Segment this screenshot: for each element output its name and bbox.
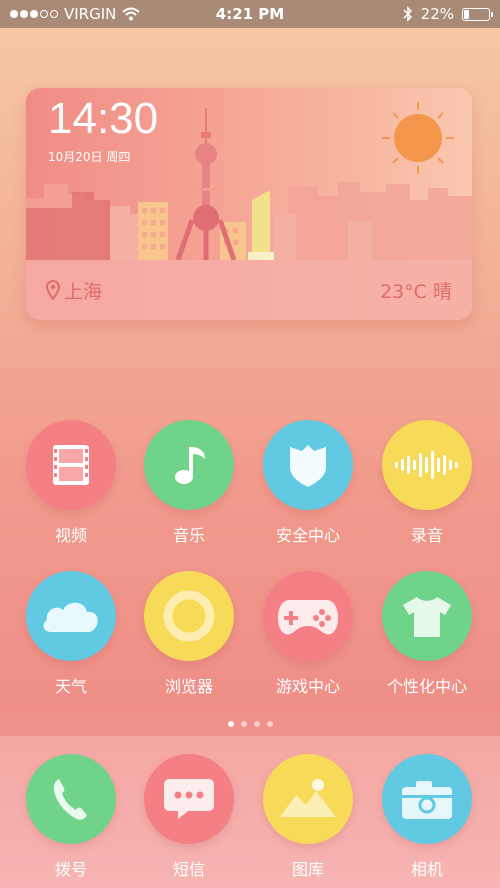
app-label: 短信 [172,860,205,879]
app-label: 拨号 [54,860,87,879]
page-indicator[interactable] [0,721,500,727]
ring-icon [163,590,215,642]
film-icon [53,445,89,485]
app-icon-bg [382,571,472,661]
widget-time: 14:30 [48,94,159,143]
app-icon-bg [382,420,472,510]
app-icon-bg [382,754,472,844]
carrier-name: VIRGIN [64,5,117,23]
app-icon-bg [26,571,116,661]
app-browser[interactable]: 浏览器 [133,571,245,697]
clock: 4:21 PM [215,5,285,23]
status-right: 22% [403,5,493,23]
location-pin-icon [46,280,60,300]
dock-app-camera[interactable]: 相机 [371,754,483,880]
tshirt-icon [403,597,451,637]
widget-date: 10月20日 周四 [48,150,131,164]
temperature: 23°C [379,280,427,303]
app-icon-bg [144,571,234,661]
phone-icon [53,779,87,820]
app-label: 游戏中心 [275,677,340,696]
weather-condition: 晴 [432,280,452,303]
app-icon-bg [144,754,234,844]
cloud-icon [43,602,98,632]
app-label: 浏览器 [164,677,213,696]
app-icon-bg [263,420,353,510]
signal-strength-icon [10,10,58,18]
app-label: 安全中心 [275,526,340,545]
widget-info-bar: 上海 23°C 晴 [26,260,472,320]
app-label: 录音 [410,526,443,545]
weather-widget[interactable]: 14:30 10月20日 周四 上海 23°C 晴 [26,88,472,320]
location-name: 上海 [64,280,103,303]
dock-app-messages[interactable]: 短信 [133,754,245,880]
message-icon [164,779,214,819]
battery-percent: 22% [420,5,454,23]
app-icon-bg [26,420,116,510]
weather-summary: 23°C 晴 [380,277,452,304]
shield-icon [290,445,326,487]
app-icon-bg [144,420,234,510]
app-label: 视频 [54,526,87,545]
location: 上海 [46,277,102,304]
app-music[interactable]: 音乐 [133,420,245,546]
app-label: 个性化中心 [386,677,467,696]
battery-icon [462,7,493,21]
app-icon-bg [263,754,353,844]
app-label: 天气 [54,677,87,696]
page-dot[interactable] [240,721,247,727]
app-weather[interactable]: 天气 [15,571,127,697]
dock-app-gallery[interactable]: 图库 [252,754,364,880]
page-dot[interactable] [253,721,260,727]
app-personalization-center[interactable]: 个性化中心 [371,571,483,697]
app-icon-bg [263,571,353,661]
gallery-icon [280,779,336,817]
status-left: VIRGIN [10,5,141,23]
music-note-icon [175,447,205,484]
bluetooth-icon [403,6,412,22]
page-dot[interactable] [266,721,273,727]
page-dot[interactable] [227,721,234,727]
status-bar: VIRGIN 4:21 PM 22% [0,0,500,28]
app-security-center[interactable]: 安全中心 [252,420,364,546]
sound-wave-icon [395,451,458,479]
camera-icon [402,781,452,819]
app-label: 图库 [291,860,324,879]
dock-app-phone[interactable]: 拨号 [15,754,127,880]
app-recorder[interactable]: 录音 [371,420,483,546]
app-label: 音乐 [172,526,205,545]
app-icon-bg [26,754,116,844]
app-video[interactable]: 视频 [15,420,127,546]
gamepad-icon [278,600,338,635]
wifi-icon [122,7,141,21]
app-game-center[interactable]: 游戏中心 [252,571,364,697]
app-label: 相机 [410,860,443,879]
